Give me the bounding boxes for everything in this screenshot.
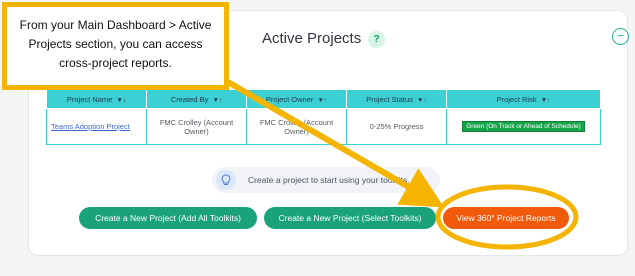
callout-text: From your Main Dashboard > Active Projec… — [19, 18, 212, 70]
highlight-circle — [435, 184, 579, 250]
callout-arrow — [226, 79, 445, 208]
instruction-callout: From your Main Dashboard > Active Projec… — [2, 2, 229, 90]
